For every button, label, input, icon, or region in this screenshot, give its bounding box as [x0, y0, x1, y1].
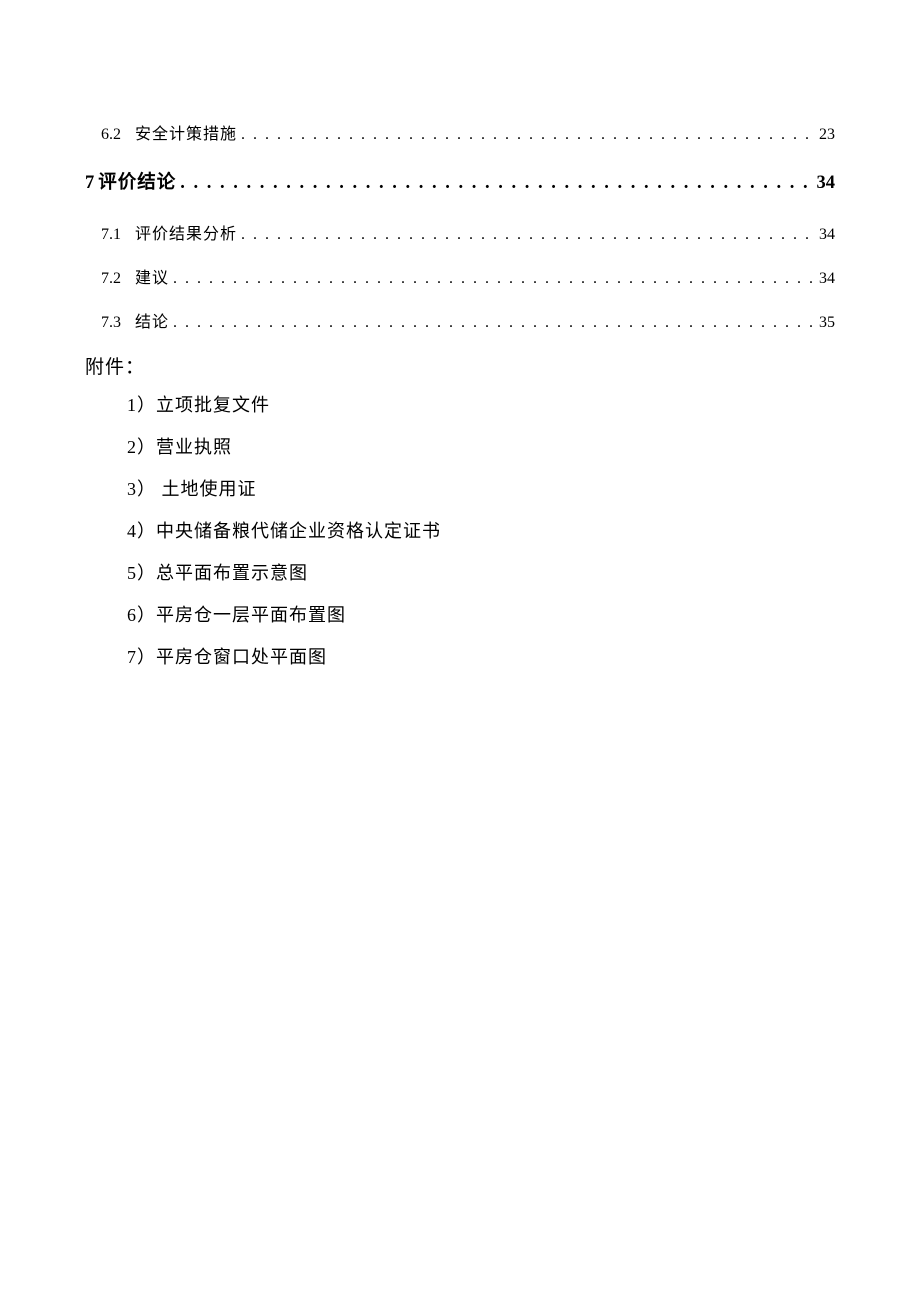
toc-entry: 7.1 评价结果分析 34	[85, 220, 835, 244]
toc-number: 6.2	[101, 126, 121, 144]
attachment-item: 2）营业执照	[85, 433, 835, 459]
attachment-item: 4）中央储备粮代储企业资格认定证书	[85, 517, 835, 543]
toc-entry: 7.3 结论 35	[85, 308, 835, 332]
toc-leader-dots	[180, 173, 810, 194]
toc-title: 安全计策措施	[135, 120, 237, 144]
toc-page-number: 23	[817, 126, 835, 144]
attachment-text: 平房仓一层平面布置图	[156, 605, 346, 625]
toc-number: 7.1	[101, 226, 121, 244]
attachment-text: 平房仓窗口处平面图	[156, 647, 327, 667]
toc-number: 7.3	[101, 314, 121, 332]
toc-page-number: 34	[817, 226, 835, 244]
toc-leader-dots	[173, 270, 813, 288]
attachment-number: 5）	[127, 563, 156, 583]
attachment-text: 中央储备粮代储企业资格认定证书	[156, 521, 441, 541]
attachment-text: 营业执照	[156, 437, 232, 457]
attachment-item: 1）立项批复文件	[85, 391, 835, 417]
attachment-number: 4）	[127, 521, 156, 541]
toc-page-number: 34	[815, 173, 836, 194]
toc-page-number: 35	[817, 314, 835, 332]
attachment-number: 3）	[127, 479, 156, 499]
toc-title: 建议	[135, 264, 169, 288]
attachments-heading: 附件：	[85, 352, 835, 379]
attachment-item: 6）平房仓一层平面布置图	[85, 601, 835, 627]
toc-title: 评价结论	[98, 168, 176, 194]
toc-entry: 6.2 安全计策措施 23	[85, 120, 835, 144]
attachment-text: 立项批复文件	[156, 395, 270, 415]
toc-number: 7	[85, 173, 94, 194]
attachment-item: 7）平房仓窗口处平面图	[85, 643, 835, 669]
toc-page-number: 34	[817, 270, 835, 288]
toc-entry: 7 评价结论 34	[85, 168, 835, 194]
attachment-number: 2）	[127, 437, 156, 457]
attachment-number: 1）	[127, 395, 156, 415]
toc-leader-dots	[241, 226, 813, 244]
attachment-text: 总平面布置示意图	[156, 563, 308, 583]
toc-title: 评价结果分析	[135, 220, 237, 244]
toc-title: 结论	[135, 308, 169, 332]
attachment-number: 6）	[127, 605, 156, 625]
attachment-item: 5）总平面布置示意图	[85, 559, 835, 585]
toc-entry: 7.2 建议 34	[85, 264, 835, 288]
toc-number: 7.2	[101, 270, 121, 288]
attachment-text: 土地使用证	[156, 479, 257, 499]
toc-leader-dots	[241, 126, 813, 144]
toc-leader-dots	[173, 314, 813, 332]
attachment-item: 3） 土地使用证	[85, 475, 835, 501]
attachment-number: 7）	[127, 647, 156, 667]
